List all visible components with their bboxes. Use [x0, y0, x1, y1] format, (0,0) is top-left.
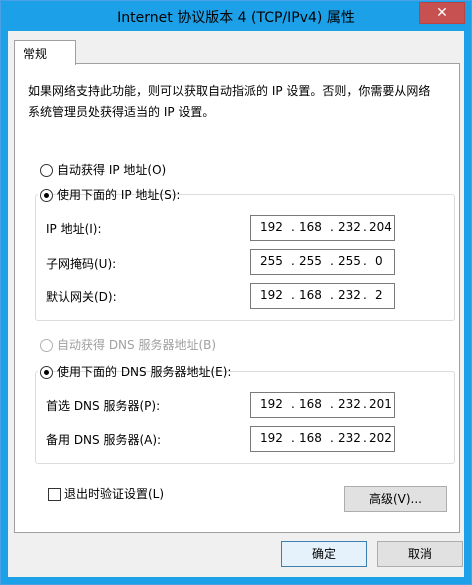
tab-general-label: 常规 [23, 47, 48, 61]
default-gateway-label: 默认网关(D): [46, 290, 117, 304]
dialog-client-area: 常规 如果网络支持此功能，则可以获取自动指派的 IP 设置。否则，你需要从网络系… [8, 31, 464, 577]
ip-manual-option[interactable]: 使用下面的 IP 地址(S): [38, 185, 180, 205]
window-title: Internet 协议版本 4 (TCP/IPv4) 属性 [117, 10, 355, 26]
title-bar[interactable]: Internet 协议版本 4 (TCP/IPv4) 属性 ✕ [1, 1, 471, 31]
validate-checkbox[interactable] [48, 488, 61, 501]
alternate-dns-label: 备用 DNS 服务器(A): [46, 433, 162, 447]
ip-address-input[interactable]: 192 . 168 . 232 . 204 [250, 215, 395, 241]
general-panel: 如果网络支持此功能，则可以获取自动指派的 IP 设置。否则，你需要从网络系统管理… [14, 63, 460, 533]
alternate-dns-input[interactable]: 192 . 168 . 232 . 202 [250, 426, 395, 452]
dns-auto-radio[interactable] [40, 339, 53, 352]
subnet-mask-input[interactable]: 255 . 255 . 255 . 0 [250, 249, 395, 275]
ip-manual-radio[interactable] [40, 189, 53, 202]
validate-label[interactable]: 退出时验证设置(L) [64, 485, 164, 502]
ip-auto-label[interactable]: 自动获得 IP 地址(O) [57, 161, 166, 178]
preferred-dns-input[interactable]: 192 . 168 . 232 . 201 [250, 392, 395, 418]
tab-general[interactable]: 常规 [14, 40, 76, 65]
dialog-window: Internet 协议版本 4 (TCP/IPv4) 属性 ✕ 常规 如果网络支… [0, 0, 472, 585]
close-icon: ✕ [436, 5, 448, 21]
description-text: 如果网络支持此功能，则可以获取自动指派的 IP 设置。否则，你需要从网络系统管理… [28, 84, 431, 119]
ok-button[interactable]: 确定 [281, 541, 367, 567]
preferred-dns-label: 首选 DNS 服务器(P): [46, 399, 161, 413]
close-button[interactable]: ✕ [419, 2, 465, 24]
advanced-button[interactable]: 高级(V)... [344, 486, 447, 512]
default-gateway-input[interactable]: 192 . 168 . 232 . 2 [250, 283, 395, 309]
cancel-button[interactable]: 取消 [377, 541, 463, 567]
dns-manual-option[interactable]: 使用下面的 DNS 服务器地址(E): [38, 362, 231, 382]
dns-manual-label[interactable]: 使用下面的 DNS 服务器地址(E): [57, 363, 231, 380]
ip-auto-radio[interactable] [40, 164, 53, 177]
subnet-mask-label: 子网掩码(U): [46, 257, 117, 271]
ip-manual-label[interactable]: 使用下面的 IP 地址(S): [57, 186, 180, 203]
dns-auto-label[interactable]: 自动获得 DNS 服务器地址(B) [57, 336, 216, 353]
ip-address-label: IP 地址(I): [46, 222, 102, 236]
dns-manual-radio[interactable] [40, 366, 53, 379]
